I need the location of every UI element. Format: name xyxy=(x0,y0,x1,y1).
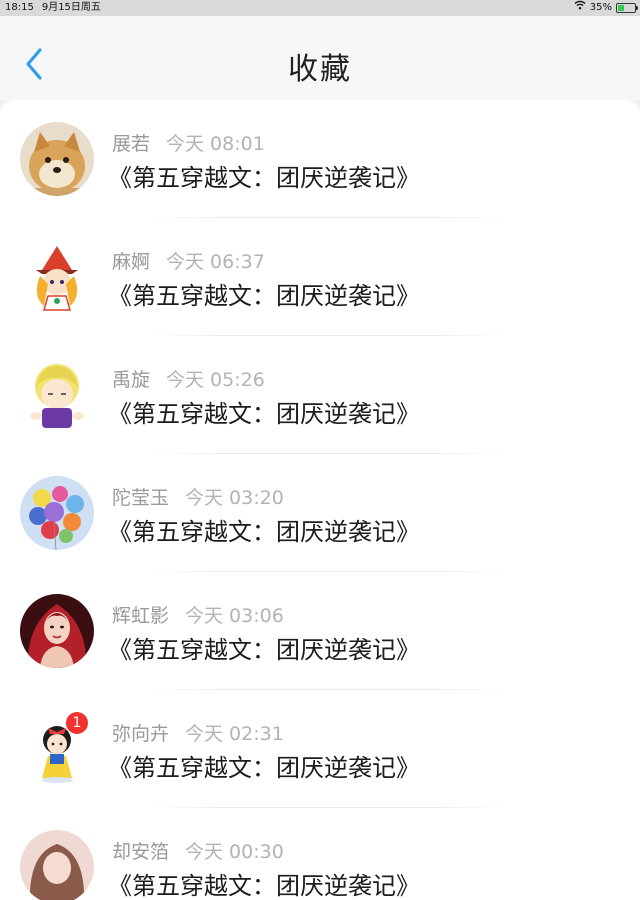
item-time: 今天 03:06 xyxy=(185,605,284,627)
list-item[interactable]: 陀莹玉 今天 03:20 《第五穿越文：团厌逆袭记》 xyxy=(0,454,640,572)
item-time: 今天 03:20 xyxy=(185,487,284,509)
item-meta: 弥向卉 今天 02:31 xyxy=(112,719,284,746)
status-left: 18:15 9月15日周五 xyxy=(5,0,101,16)
list-item[interactable]: 麻婀 今天 06:37 《第五穿越文：团厌逆袭记》 xyxy=(0,218,640,336)
item-title: 《第五穿越文：团厌逆袭记》 xyxy=(108,282,420,310)
item-author: 展若 xyxy=(112,133,151,155)
item-author: 却安箔 xyxy=(112,841,170,863)
item-title: 《第五穿越文：团厌逆袭记》 xyxy=(108,400,420,428)
list-item[interactable]: 展若 今天 08:01 《第五穿越文：团厌逆袭记》 xyxy=(0,100,640,218)
battery-charging-icon xyxy=(616,3,638,13)
status-time: 18:15 xyxy=(5,2,34,13)
avatar-balloons[interactable] xyxy=(20,476,94,550)
battery-fill xyxy=(618,5,624,11)
item-title: 《第五穿越文：团厌逆袭记》 xyxy=(108,164,420,192)
item-time: 今天 05:26 xyxy=(166,369,265,391)
avatar-witch-girl[interactable] xyxy=(20,240,94,314)
item-title: 《第五穿越文：团厌逆袭记》 xyxy=(108,754,420,782)
status-bar: 18:15 9月15日周五 35% xyxy=(0,0,640,16)
item-meta: 禹旋 今天 05:26 xyxy=(112,365,265,392)
item-title: 《第五穿越文：团厌逆袭记》 xyxy=(108,636,420,664)
avatar-blonde-cartoon[interactable] xyxy=(20,358,94,432)
item-author: 禹旋 xyxy=(112,369,151,391)
item-author: 辉虹影 xyxy=(112,605,170,627)
favorites-list: 展若 今天 08:01 《第五穿越文：团厌逆袭记》 麻婀 今天 06:37 《第五穿… xyxy=(0,100,640,900)
status-date: 9月15日周五 xyxy=(41,2,101,13)
item-meta: 展若 今天 08:01 xyxy=(112,129,265,156)
page-title: 收藏 xyxy=(288,52,352,87)
list-item[interactable]: 1 弥向卉 今天 02:31 《第五穿越文：团厌逆袭记》 xyxy=(0,690,640,808)
unread-badge: 1 xyxy=(66,712,88,734)
battery-percent: 35% xyxy=(589,2,612,13)
item-title: 《第五穿越文：团厌逆袭记》 xyxy=(108,872,420,900)
item-meta: 辉虹影 今天 03:06 xyxy=(112,601,284,628)
avatar-shiba-dog[interactable] xyxy=(20,122,94,196)
item-author: 麻婀 xyxy=(112,251,151,273)
list-item[interactable]: 却安箔 今天 00:30 《第五穿越文：团厌逆袭记》 xyxy=(0,808,640,900)
wifi-icon xyxy=(574,0,586,16)
item-meta: 陀莹玉 今天 03:20 xyxy=(112,483,284,510)
item-author: 弥向卉 xyxy=(112,723,170,745)
item-meta: 麻婀 今天 06:37 xyxy=(112,247,265,274)
item-author: 陀莹玉 xyxy=(112,487,170,509)
avatar-red-hair-woman[interactable] xyxy=(20,594,94,668)
nav-header: 收藏 xyxy=(0,16,640,100)
item-time: 今天 02:31 xyxy=(185,723,284,745)
item-time: 今天 08:01 xyxy=(166,133,265,155)
item-meta: 却安箔 今天 00:30 xyxy=(112,837,284,864)
avatar-woman-photo[interactable] xyxy=(20,830,94,900)
list-item[interactable]: 禹旋 今天 05:26 《第五穿越文：团厌逆袭记》 xyxy=(0,336,640,454)
item-time: 今天 06:37 xyxy=(166,251,265,273)
status-right: 35% xyxy=(574,0,638,16)
list-item[interactable]: 辉虹影 今天 03:06 《第五穿越文：团厌逆袭记》 xyxy=(0,572,640,690)
item-title: 《第五穿越文：团厌逆袭记》 xyxy=(108,518,420,546)
item-time: 今天 00:30 xyxy=(185,841,284,863)
